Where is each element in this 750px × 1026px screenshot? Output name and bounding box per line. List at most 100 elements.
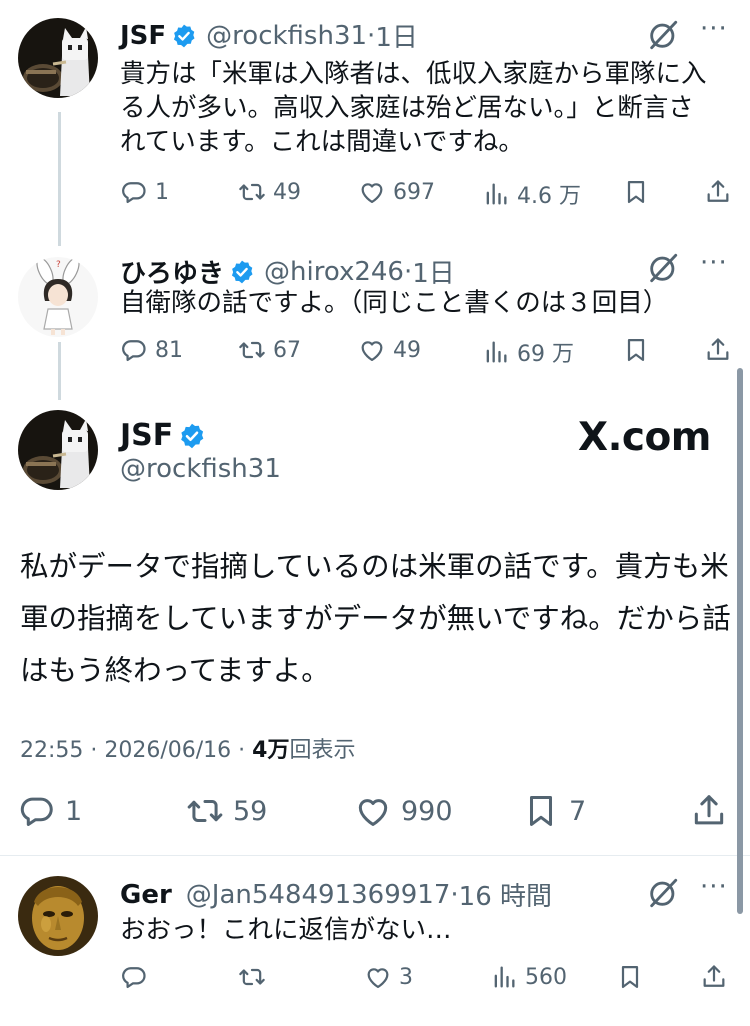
- views-icon: [482, 338, 510, 366]
- bookmark-icon: [616, 963, 644, 991]
- repost-icon: [238, 336, 266, 364]
- golden-mask-avatar[interactable]: [18, 876, 98, 956]
- handle[interactable]: @rockfish31: [206, 21, 367, 51]
- tweet-text: 貴方は「米軍は入隊者は、低収入家庭から軍隊に入る人が多い。高収入家庭は殆ど居ない…: [120, 59, 707, 157]
- separator-dot: ·: [367, 20, 376, 51]
- display-name[interactable]: JSF: [120, 21, 166, 51]
- reply-icon: [120, 336, 148, 364]
- display-name[interactable]: JSF: [120, 418, 173, 453]
- reply-tweet-ger[interactable]: Ger @Jan548491369917 · 16 時間 ··· おおっ！これに…: [0, 856, 750, 1026]
- share-icon: [704, 336, 732, 364]
- share-icon: [700, 963, 728, 991]
- cat-figure-avatar[interactable]: [18, 18, 98, 98]
- like-icon: [354, 792, 392, 830]
- tweet-header: JSF @rockfish31 · 1日: [120, 17, 418, 54]
- handle[interactable]: @Jan548491369917: [186, 880, 451, 910]
- share-button[interactable]: [704, 336, 732, 364]
- handle[interactable]: @hirox246: [264, 257, 404, 287]
- views-icon: [482, 180, 510, 208]
- like-button[interactable]: 697: [358, 178, 435, 206]
- tweet-text: おおっ！これに返信がない…: [120, 915, 452, 945]
- main-tweet-text: 私がデータで指摘しているのは米軍の話です。貴方も米軍の指摘をしていますがデータが…: [20, 550, 731, 687]
- grok-icon[interactable]: [646, 876, 680, 910]
- bookmark-button[interactable]: [616, 963, 644, 991]
- svg-text:?: ?: [56, 260, 61, 270]
- view-count: 4万: [252, 738, 290, 763]
- reply-button[interactable]: [120, 963, 155, 991]
- views-icon: [490, 963, 518, 991]
- repost-icon: [238, 178, 266, 206]
- post-timestamp[interactable]: 22:55 · 2026/06/16 ·: [20, 738, 252, 763]
- repost-count: 59: [233, 795, 268, 827]
- repost-button[interactable]: 67: [238, 336, 301, 364]
- timestamp[interactable]: 1日: [412, 253, 455, 290]
- tweet-header: ひろゆき @hirox246 · 1日: [120, 253, 455, 290]
- thread-tweet-jsf[interactable]: JSF @rockfish31 · 1日 ··· 貴方は「米軍は入隊者は、低収入…: [0, 0, 750, 240]
- share-icon: [690, 792, 728, 830]
- reply-icon: [120, 963, 148, 991]
- bookmark-icon: [622, 336, 650, 364]
- display-name[interactable]: ひろゆき: [120, 253, 224, 290]
- grok-icon[interactable]: [646, 251, 680, 285]
- bunny-character-avatar[interactable]: ?: [18, 257, 98, 337]
- reply-button[interactable]: 1: [120, 178, 169, 206]
- tweet-meta: 22:55 · 2026/06/16 · 4万回表示: [20, 732, 356, 764]
- repost-button[interactable]: [238, 963, 273, 991]
- views-button[interactable]: 69 万: [482, 336, 574, 368]
- verified-badge-icon: [229, 259, 255, 285]
- thread-tweet-hiroyuki[interactable]: ? ひろゆき @hirox246 · 1日 ··· 自衛隊の話ですよ。（同じこと…: [0, 240, 750, 400]
- views-count: 560: [525, 964, 567, 990]
- xcom-logo: X.com: [578, 415, 711, 460]
- views-count: 4.6 万: [517, 184, 581, 209]
- share-button[interactable]: [690, 792, 728, 830]
- verified-badge-icon: [171, 23, 197, 49]
- reply-button[interactable]: 1: [18, 792, 82, 830]
- main-display-name[interactable]: JSF: [120, 418, 215, 453]
- repost-count: 49: [273, 179, 301, 205]
- grok-icon[interactable]: [646, 18, 680, 52]
- timestamp[interactable]: 1日: [375, 17, 418, 54]
- timestamp[interactable]: 16 時間: [459, 876, 552, 913]
- bookmark-icon: [622, 178, 650, 206]
- bookmark-button[interactable]: 7: [522, 792, 586, 830]
- bookmark-icon: [522, 792, 560, 830]
- tweet-text: 自衛隊の話ですよ。（同じこと書くのは３回目）: [120, 288, 669, 318]
- more-icon[interactable]: ···: [700, 248, 728, 278]
- share-button[interactable]: [704, 178, 732, 206]
- like-icon: [358, 336, 386, 364]
- like-button[interactable]: 3: [364, 963, 413, 991]
- bookmark-button[interactable]: [622, 336, 650, 364]
- display-name[interactable]: Ger: [120, 880, 172, 910]
- like-button[interactable]: 49: [358, 336, 421, 364]
- like-count: 990: [401, 795, 453, 827]
- more-icon[interactable]: ···: [700, 872, 728, 902]
- bookmark-count: 7: [569, 795, 587, 827]
- like-icon: [364, 963, 392, 991]
- like-icon: [358, 178, 386, 206]
- cat-figure-avatar[interactable]: [18, 410, 98, 490]
- repost-count: 67: [273, 337, 301, 363]
- view-label: 回表示: [289, 738, 356, 763]
- repost-icon: [238, 963, 266, 991]
- views-button[interactable]: 560: [490, 963, 567, 991]
- share-button[interactable]: [700, 963, 728, 991]
- tweet-header: Ger @Jan548491369917 · 16 時間: [120, 876, 552, 913]
- reply-count: 81: [155, 337, 183, 363]
- like-button[interactable]: 990: [354, 792, 453, 830]
- share-icon: [704, 178, 732, 206]
- more-icon[interactable]: ···: [700, 14, 728, 44]
- main-handle[interactable]: @rockfish31: [120, 454, 281, 484]
- views-button[interactable]: 4.6 万: [482, 178, 581, 210]
- like-count: 3: [399, 964, 413, 990]
- repost-button[interactable]: 59: [186, 792, 267, 830]
- views-count: 69 万: [517, 342, 574, 367]
- repost-icon: [186, 792, 224, 830]
- reply-button[interactable]: 81: [120, 336, 183, 364]
- repost-button[interactable]: 49: [238, 178, 301, 206]
- reply-icon: [18, 792, 56, 830]
- scrollbar[interactable]: [737, 368, 743, 914]
- bookmark-button[interactable]: [622, 178, 650, 206]
- like-count: 49: [393, 337, 421, 363]
- separator-dot: ·: [403, 256, 413, 287]
- reply-count: 1: [65, 795, 83, 827]
